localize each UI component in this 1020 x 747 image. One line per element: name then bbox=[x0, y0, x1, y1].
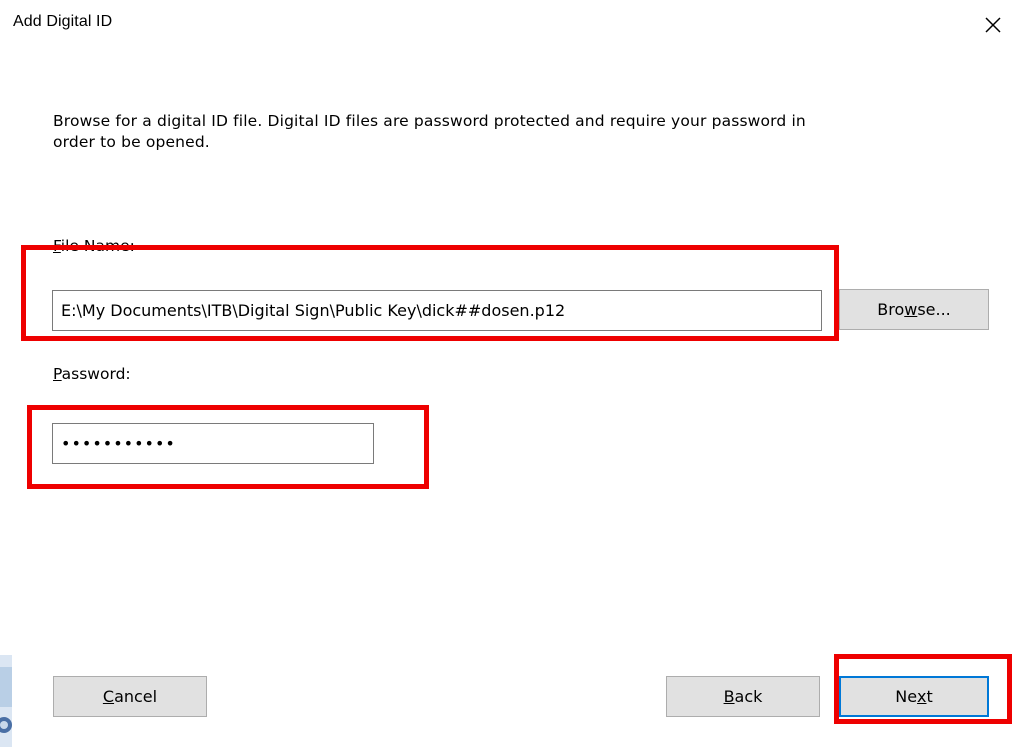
browse-button-post: se... bbox=[917, 300, 951, 319]
password-label-accel: P bbox=[53, 365, 62, 383]
next-button-post: t bbox=[926, 687, 933, 706]
password-input[interactable] bbox=[52, 423, 374, 464]
file-name-label: File Name: bbox=[53, 236, 135, 256]
next-button-pre: Ne bbox=[895, 687, 918, 706]
file-name-label-accel: F bbox=[53, 237, 61, 255]
password-label-rest: assword: bbox=[61, 365, 131, 383]
cancel-button-accel: C bbox=[102, 687, 115, 706]
close-icon bbox=[985, 17, 1001, 33]
next-button[interactable]: Ne x t bbox=[839, 676, 989, 717]
back-button-accel: B bbox=[723, 687, 735, 706]
back-button-post: ack bbox=[734, 687, 763, 706]
file-name-label-rest: ile Name: bbox=[60, 237, 135, 255]
seal-logo-icon bbox=[0, 655, 12, 747]
dialog-title: Add Digital ID bbox=[13, 13, 113, 30]
next-button-accel: x bbox=[917, 687, 927, 706]
password-label: Password: bbox=[53, 364, 131, 384]
browse-button[interactable]: Bro w se... bbox=[839, 289, 989, 330]
side-logo bbox=[0, 655, 12, 747]
close-button[interactable] bbox=[980, 12, 1006, 38]
file-name-input[interactable] bbox=[52, 290, 822, 331]
back-button[interactable]: Back bbox=[666, 676, 820, 717]
browse-button-accel: w bbox=[904, 300, 918, 319]
cancel-button-post: ancel bbox=[114, 687, 158, 706]
cancel-button[interactable]: Cancel bbox=[53, 676, 207, 717]
instructions-text: Browse for a digital ID file. Digital ID… bbox=[53, 112, 806, 151]
browse-button-pre: Bro bbox=[877, 300, 905, 319]
